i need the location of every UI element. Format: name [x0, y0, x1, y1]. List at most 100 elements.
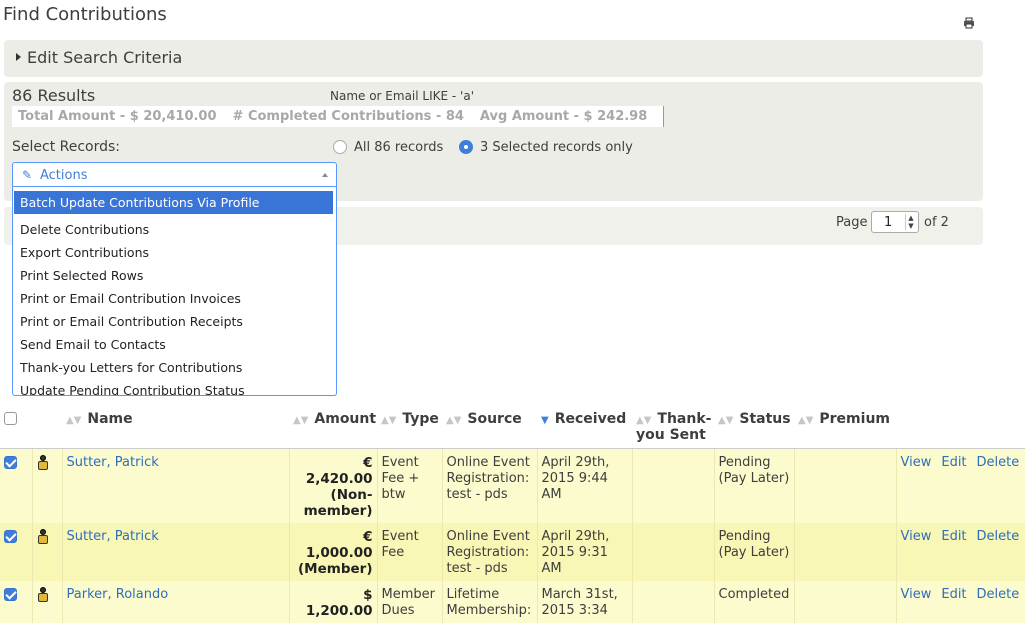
action-item[interactable]: Print or Email Contribution Invoices	[13, 283, 336, 306]
actions-label: Actions	[40, 168, 88, 183]
header-amount-label: Amount	[314, 411, 377, 427]
contact-type-cell	[32, 580, 63, 623]
action-item[interactable]: Delete Contributions	[13, 214, 336, 237]
col-header-name[interactable]: ▲▼ Name	[62, 406, 289, 449]
page-number-value: 1	[884, 215, 893, 230]
col-header-premium[interactable]: ▲▼ Premium	[794, 406, 896, 449]
row-checkbox[interactable]	[4, 529, 17, 543]
amount-cell: $ 1,200.00	[289, 580, 378, 623]
thankyou-cell	[632, 448, 715, 523]
sort-desc-icon: ▼	[541, 415, 549, 426]
view-link[interactable]: View	[901, 587, 932, 602]
type-cell: Member Dues	[377, 580, 443, 623]
delete-link[interactable]: Delete	[977, 529, 1020, 544]
sort-icon: ▲▼	[798, 415, 814, 426]
action-item[interactable]: Thank-you Letters for Contributions	[13, 352, 336, 375]
received-cell: April 29th, 2015 9:44 AM	[537, 448, 633, 523]
row-checkbox[interactable]	[4, 455, 17, 469]
view-link[interactable]: View	[901, 529, 932, 544]
row-select-cell	[0, 522, 33, 581]
individual-contact-icon[interactable]	[37, 454, 49, 471]
caret-up-icon	[322, 173, 328, 177]
sort-icon: ▲▼	[381, 415, 397, 426]
edit-link[interactable]: Edit	[941, 587, 966, 602]
edit-search-criteria-toggle[interactable]: Edit Search Criteria	[4, 40, 983, 77]
individual-contact-icon[interactable]	[37, 528, 49, 545]
page-number-input[interactable]: 1 ▲ ▼	[871, 211, 919, 233]
table-row: Sutter, Patrick € 2,420.00 (Non-member) …	[0, 448, 1025, 523]
radio-selected-records[interactable]: 3 Selected records only	[459, 140, 649, 156]
select-all-checkbox[interactable]	[4, 412, 17, 425]
row-actions-cell: View Edit Delete	[896, 580, 1025, 623]
edit-search-criteria-label: Edit Search Criteria	[27, 48, 183, 67]
contact-name-link[interactable]: Sutter, Patrick	[67, 455, 159, 470]
expand-triangle-icon	[16, 53, 21, 61]
row-actions-cell: View Edit Delete	[896, 522, 1025, 581]
contact-type-cell	[32, 448, 63, 523]
header-received-label: Received	[554, 411, 627, 427]
table-row: Sutter, Patrick € 1,000.00 (Member) Even…	[0, 522, 1025, 581]
select-all-cell	[0, 406, 32, 449]
row-actions-cell: View Edit Delete	[896, 448, 1025, 523]
row-checkbox[interactable]	[4, 587, 17, 601]
radio-all-records[interactable]: All 86 records	[333, 140, 453, 156]
col-header-received[interactable]: ▼ Received	[537, 406, 632, 449]
status-cell: Completed	[714, 580, 795, 623]
header-type-label: Type	[402, 411, 439, 427]
name-cell: Parker, Rolando	[62, 580, 290, 623]
premium-cell	[794, 448, 897, 523]
premium-cell	[794, 580, 897, 623]
action-item[interactable]: Send Email to Contacts	[13, 329, 336, 352]
premium-cell	[794, 522, 897, 581]
row-select-cell	[0, 580, 33, 623]
col-header-actions	[896, 406, 1025, 449]
radio-all-circle[interactable]	[333, 140, 347, 154]
edit-link[interactable]: Edit	[941, 455, 966, 470]
sort-icon: ▲▼	[718, 415, 734, 426]
page-spinner-icon[interactable]: ▲ ▼	[905, 214, 916, 230]
col-header-type[interactable]: ▲▼ Type	[377, 406, 442, 449]
source-cell: Lifetime Membership:	[442, 580, 538, 623]
received-cell: April 29th, 2015 9:31 AM	[537, 522, 633, 581]
results-count: 86 Results	[12, 86, 96, 105]
delete-link[interactable]: Delete	[977, 587, 1020, 602]
edit-link[interactable]: Edit	[941, 529, 966, 544]
contact-type-header	[32, 406, 62, 449]
sort-icon: ▲▼	[66, 415, 82, 426]
col-header-thankyou[interactable]: ▲▼ Thank-you Sent	[632, 406, 714, 449]
delete-link[interactable]: Delete	[977, 455, 1020, 470]
name-cell: Sutter, Patrick	[62, 448, 290, 523]
action-item[interactable]: Update Pending Contribution Status	[13, 375, 336, 395]
name-cell: Sutter, Patrick	[62, 522, 290, 581]
actions-dropdown[interactable]: ✎ Actions	[12, 162, 337, 187]
source-cell: Online Event Registration: test - pds	[442, 448, 538, 523]
type-cell: Event Fee + btw	[377, 448, 443, 523]
action-item[interactable]: Print or Email Contribution Receipts	[13, 306, 336, 329]
select-records-label: Select Records:	[12, 139, 121, 155]
action-item[interactable]: Export Contributions	[13, 237, 336, 260]
contact-name-link[interactable]: Parker, Rolando	[67, 587, 169, 602]
col-header-amount[interactable]: ▲▼ Amount	[289, 406, 377, 449]
avg-amount: Avg Amount - $ 242.98	[479, 109, 648, 124]
sort-icon: ▲▼	[446, 415, 462, 426]
col-header-status[interactable]: ▲▼ Status	[714, 406, 794, 449]
col-header-source[interactable]: ▲▼ Source	[442, 406, 537, 449]
type-cell: Event Fee	[377, 522, 443, 581]
contributions-table: ▲▼ Name ▲▼ Amount ▲▼ Type ▲▼ Source ▼ Receive…	[0, 406, 1025, 623]
action-item[interactable]: Print Selected Rows	[13, 260, 336, 283]
page-label: Page	[836, 215, 868, 230]
action-item[interactable]: Batch Update Contributions Via Profile	[14, 191, 333, 214]
contribution-stats: Total Amount - $ 20,410.00 # Completed Co…	[12, 106, 664, 127]
sort-icon: ▲▼	[636, 415, 652, 426]
individual-contact-icon[interactable]	[37, 586, 49, 603]
contact-name-link[interactable]: Sutter, Patrick	[67, 529, 159, 544]
print-icon[interactable]	[963, 17, 975, 29]
row-select-cell	[0, 448, 33, 523]
thankyou-cell	[632, 580, 715, 623]
pencil-icon: ✎	[22, 168, 33, 182]
table-row: Parker, Rolando $ 1,200.00 Member Dues L…	[0, 580, 1025, 623]
thankyou-cell	[632, 522, 715, 581]
radio-selected-circle[interactable]	[459, 140, 473, 154]
amount-cell: € 1,000.00 (Member)	[289, 522, 378, 581]
view-link[interactable]: View	[901, 455, 932, 470]
